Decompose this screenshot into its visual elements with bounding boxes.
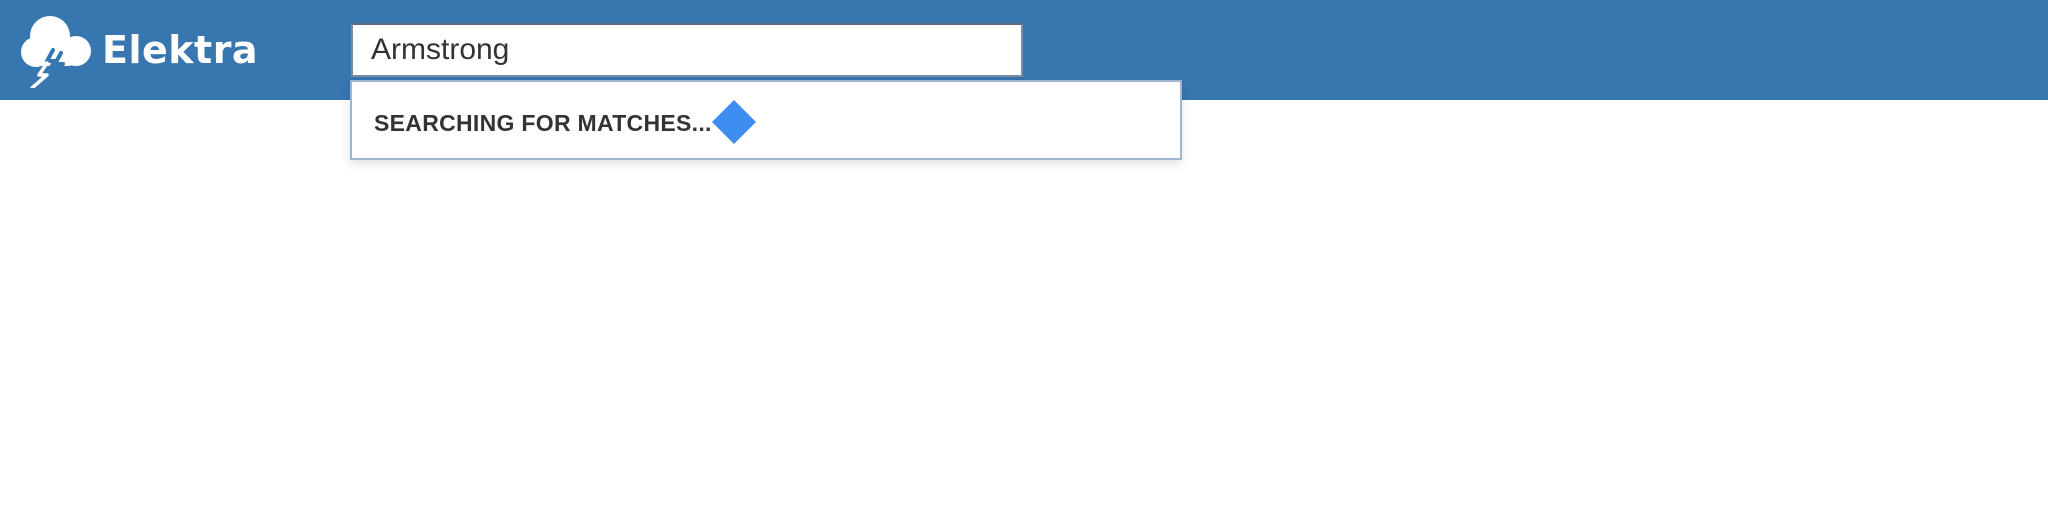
search-input[interactable] [351, 23, 1023, 77]
app-name: Elektra [102, 28, 259, 72]
autocomplete-dropdown: SEARCHING FOR MATCHES... [350, 80, 1182, 160]
main-content [0, 100, 2048, 512]
diamond-spinner-icon [712, 100, 756, 144]
search-status-text: SEARCHING FOR MATCHES... [374, 110, 712, 136]
brand-logo-link[interactable]: Elektra [20, 12, 258, 88]
cloud-lightning-icon [21, 16, 91, 88]
